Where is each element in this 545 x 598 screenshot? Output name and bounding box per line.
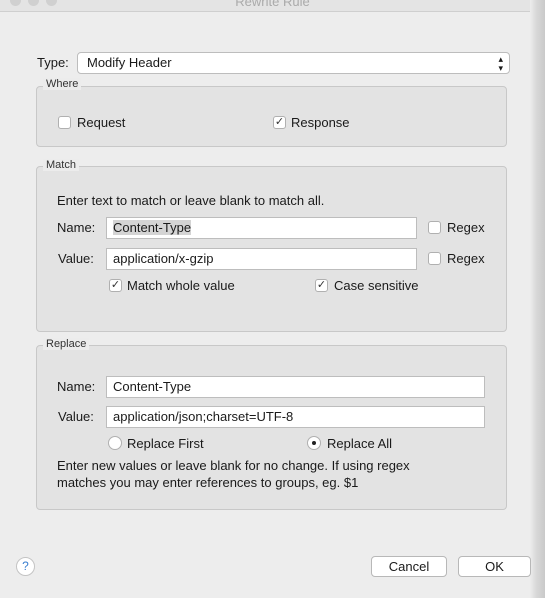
replace-first-label: Replace First bbox=[127, 436, 204, 451]
check-icon: ✓ bbox=[316, 279, 327, 291]
match-name-regex-checkbox[interactable] bbox=[428, 221, 441, 234]
request-label: Request bbox=[77, 115, 126, 130]
match-name-label: Name: bbox=[57, 220, 96, 235]
where-legend: Where bbox=[43, 78, 82, 90]
replace-help-line-1: Enter new values or leave blank for no c… bbox=[57, 458, 410, 473]
match-value-value: application/x-gzip bbox=[113, 251, 214, 266]
replace-name-value: Content-Type bbox=[113, 379, 192, 394]
match-name-input[interactable]: Content-Type bbox=[106, 217, 417, 239]
response-label: Response bbox=[291, 115, 350, 130]
ok-button[interactable]: OK bbox=[458, 556, 531, 577]
replace-all-label: Replace All bbox=[327, 436, 393, 451]
match-whole-value-label: Match whole value bbox=[127, 278, 235, 293]
match-value-regex-label: Regex bbox=[447, 251, 485, 266]
case-sensitive-label: Case sensitive bbox=[334, 278, 419, 293]
window-edge-shadow bbox=[530, 0, 545, 598]
response-checkbox[interactable]: ✓ bbox=[273, 116, 286, 129]
replace-help-line-2: matches you may enter references to grou… bbox=[57, 475, 359, 490]
replace-value-input[interactable]: application/json;charset=UTF-8 bbox=[106, 406, 485, 428]
case-sensitive-checkbox[interactable]: ✓ bbox=[315, 279, 328, 292]
replace-first-radio[interactable] bbox=[108, 436, 122, 450]
replace-value-value: application/json;charset=UTF-8 bbox=[113, 409, 294, 424]
type-select-value: Modify Header bbox=[87, 55, 172, 70]
match-instructions: Enter text to match or leave blank to ma… bbox=[57, 193, 325, 208]
check-icon: ✓ bbox=[110, 279, 121, 291]
help-button[interactable]: ? bbox=[16, 557, 35, 576]
match-value-label: Value: bbox=[58, 251, 94, 266]
replace-name-label: Name: bbox=[57, 379, 96, 394]
type-label: Type: bbox=[37, 55, 69, 70]
type-select[interactable]: Modify Header ▴ ▾ bbox=[77, 52, 510, 74]
match-value-regex-checkbox[interactable] bbox=[428, 252, 441, 265]
match-value-input[interactable]: application/x-gzip bbox=[106, 248, 417, 270]
replace-legend: Replace bbox=[43, 338, 90, 350]
replace-all-radio[interactable] bbox=[307, 436, 321, 450]
check-icon: ✓ bbox=[274, 116, 285, 128]
cancel-button[interactable]: Cancel bbox=[371, 556, 447, 577]
updown-chevron-icon: ▴ ▾ bbox=[498, 54, 503, 73]
match-legend: Match bbox=[43, 159, 79, 171]
match-name-value: Content-Type bbox=[113, 220, 192, 235]
replace-value-label: Value: bbox=[58, 409, 94, 424]
replace-name-input[interactable]: Content-Type bbox=[106, 376, 485, 398]
window-title: Rewrite Rule bbox=[235, 0, 310, 9]
match-name-regex-label: Regex bbox=[447, 220, 485, 235]
match-whole-value-checkbox[interactable]: ✓ bbox=[109, 279, 122, 292]
request-checkbox[interactable] bbox=[58, 116, 71, 129]
question-mark-icon: ? bbox=[22, 559, 29, 573]
